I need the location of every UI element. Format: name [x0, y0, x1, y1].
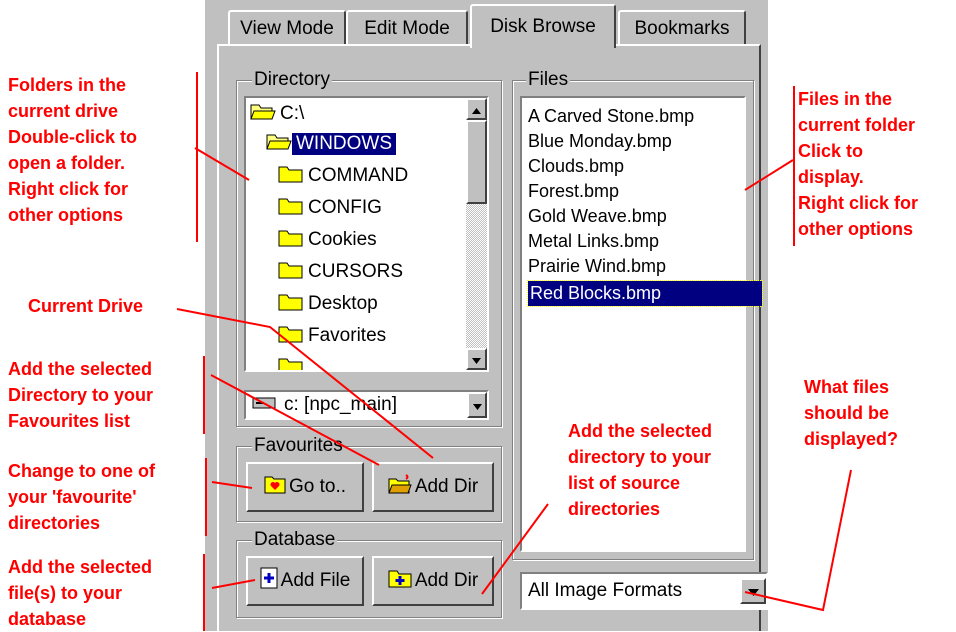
callout-lines [176, 147, 852, 612]
tab-disk-browse[interactable]: Disk Browse [470, 4, 616, 48]
tab-label: Disk Browse [490, 16, 596, 37]
